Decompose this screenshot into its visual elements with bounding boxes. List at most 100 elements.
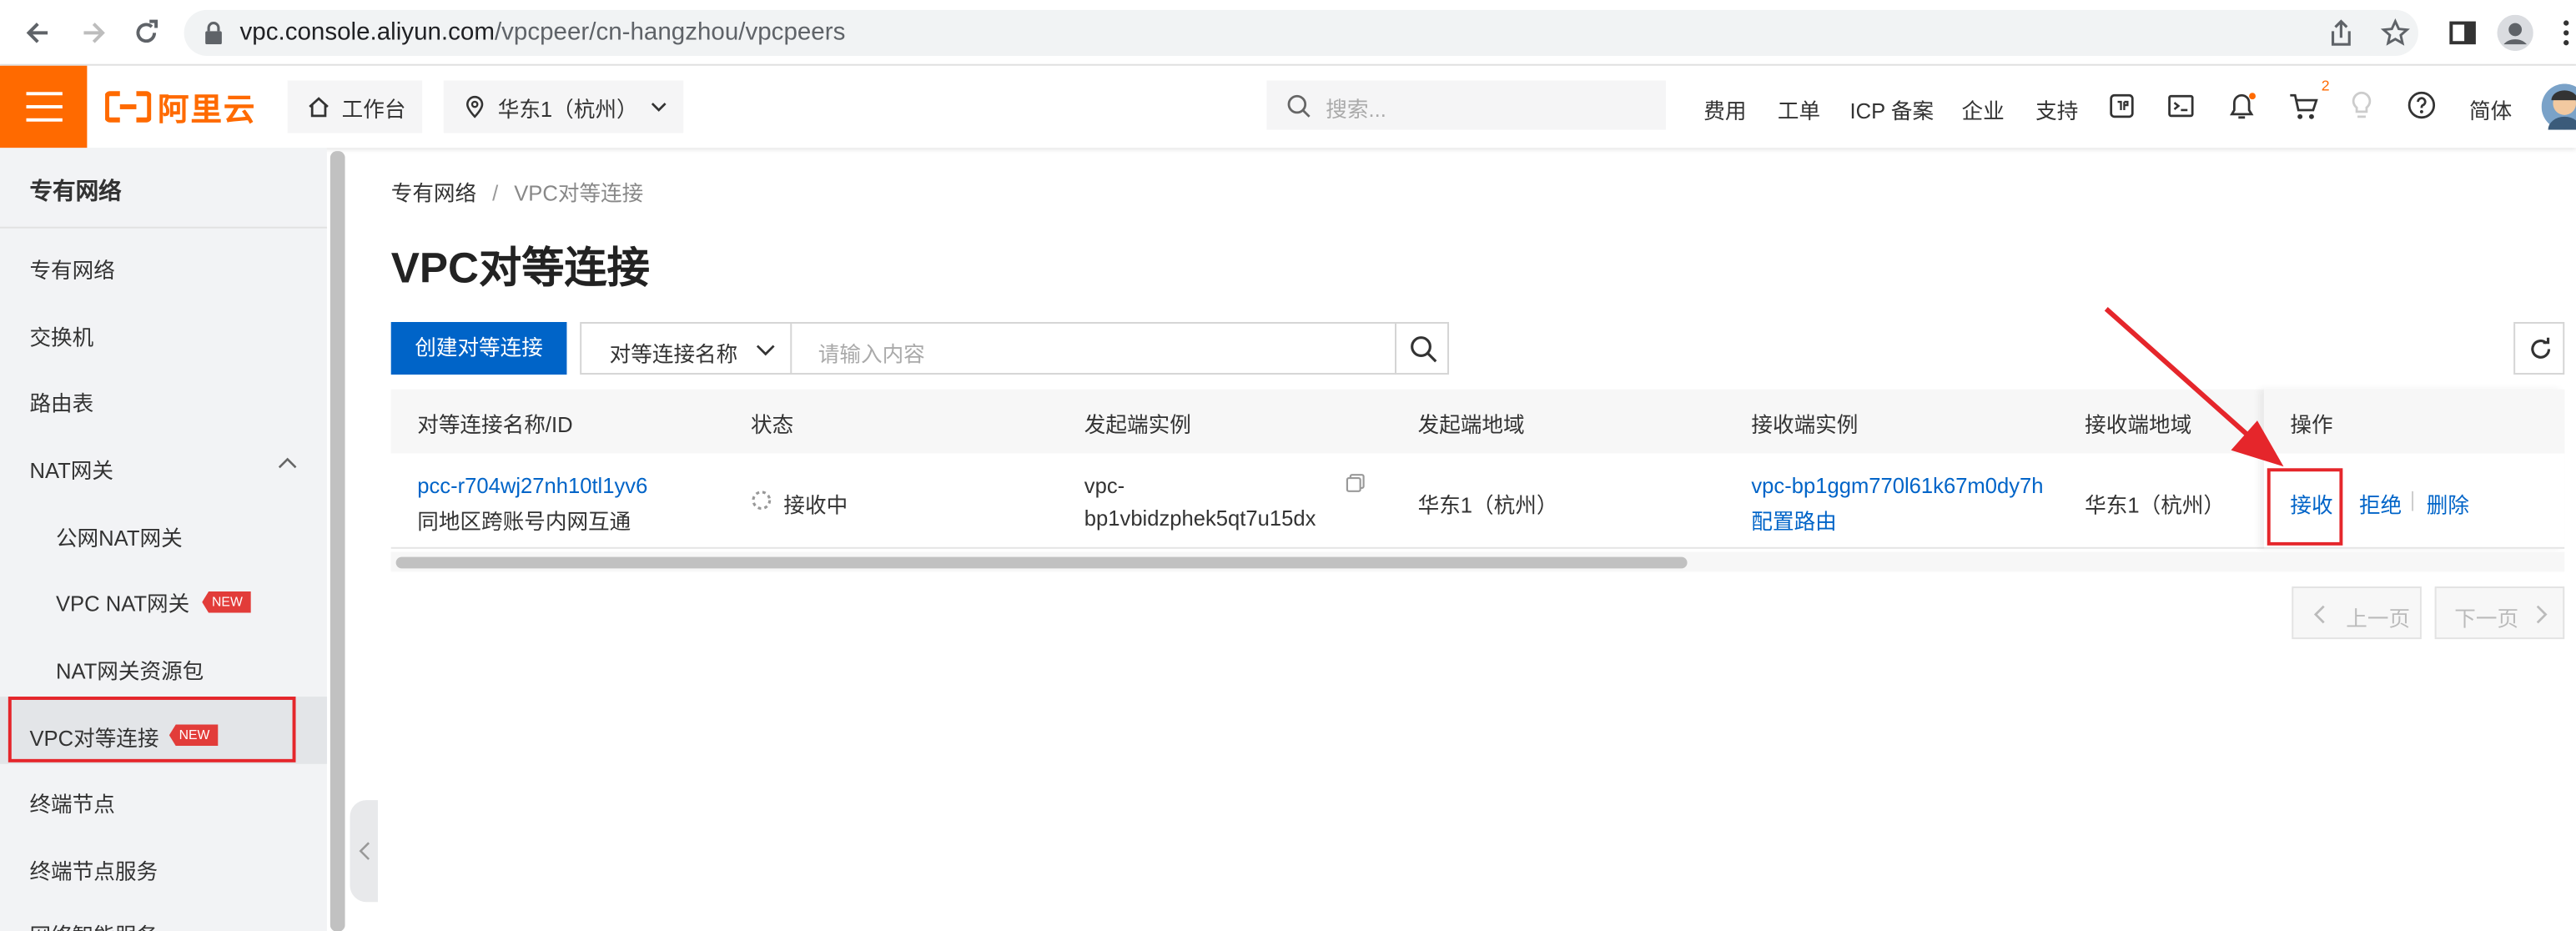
workbench-label: 工作台: [341, 96, 406, 121]
api-icon[interactable]: [2108, 92, 2136, 119]
browser-toolbar: vpc.console.aliyun.com/vpcpeer/cn-hangzh…: [0, 0, 2576, 66]
terminal-icon[interactable]: [2167, 92, 2195, 119]
sidebar-item-route-table[interactable]: 路由表: [29, 386, 93, 417]
reject-action-link[interactable]: 拒绝: [2359, 488, 2402, 519]
browser-menu-icon[interactable]: [2563, 20, 2569, 47]
help-icon[interactable]: [2407, 90, 2436, 119]
prev-page-button[interactable]: 上一页: [2292, 586, 2422, 640]
nav-icp[interactable]: ICP 备案: [1850, 93, 1935, 124]
avatar[interactable]: [2541, 83, 2576, 130]
peer-connection-name: 同地区跨账号内网互通: [417, 509, 631, 535]
cart-icon[interactable]: [2288, 92, 2318, 121]
refresh-icon: [2531, 337, 2551, 359]
chevron-right-icon: [2536, 605, 2548, 624]
region-label: 华东1（杭州）: [497, 96, 638, 121]
language-switch[interactable]: 简体: [2469, 93, 2512, 124]
filter-field-select[interactable]: 对等连接名称: [580, 322, 792, 375]
forward-icon[interactable]: [79, 18, 108, 48]
url-text: vpc.console.aliyun.com/vpcpeer/cn-hangzh…: [240, 18, 846, 46]
initiator-instance-line1: vpc-: [1084, 473, 1125, 498]
reload-icon[interactable]: [132, 18, 161, 48]
column-header-initiator-instance: 发起端实例: [1084, 412, 1191, 437]
breadcrumb-separator: /: [492, 180, 499, 206]
nav-tickets[interactable]: 工单: [1778, 93, 1820, 124]
console-header: 阿里云 工作台 华东1（杭州） 搜索... 费用 工单 ICP 备案 企业 支持…: [0, 65, 2576, 148]
peer-connection-id-link[interactable]: pcc-r704wj27nh10tl1yv6: [417, 473, 647, 498]
next-page-button[interactable]: 下一页: [2434, 586, 2565, 640]
sidebar-item-public-nat[interactable]: 公网NAT网关: [56, 521, 183, 551]
share-icon[interactable]: [2327, 18, 2356, 48]
search-icon: [1411, 336, 1437, 363]
initiator-instance-line2: bp1vbidzphek5qt7u15dx: [1084, 506, 1316, 531]
refresh-button[interactable]: [2513, 322, 2565, 375]
chevron-left-icon: [2313, 605, 2325, 624]
chevron-down-icon: [652, 103, 667, 112]
page-title: VPC对等连接: [390, 243, 650, 293]
column-header-initiator-region: 发起端地域: [1417, 412, 1525, 437]
status-text: 接收中: [783, 492, 848, 518]
configure-route-link[interactable]: 配置路由: [1751, 505, 1836, 536]
sidebar-title: 专有网络: [29, 177, 122, 204]
logo-text: 阿里云: [158, 93, 257, 128]
cart-badge: 2: [2321, 77, 2330, 94]
sidebar-divider: [0, 226, 327, 229]
aliyun-logo-icon: [105, 91, 152, 123]
loading-spinner-icon: [751, 490, 772, 511]
workbench-button[interactable]: 工作台: [287, 80, 423, 133]
search-placeholder: 搜索...: [1326, 97, 1386, 122]
nav-enterprise[interactable]: 企业: [1961, 93, 2004, 124]
filter-search-input[interactable]: 请输入内容: [790, 322, 1396, 375]
chevron-down-icon: [756, 345, 775, 356]
breadcrumb-vpc[interactable]: 专有网络: [391, 181, 476, 206]
copy-icon[interactable]: [1346, 473, 1366, 493]
aliyun-logo[interactable]: 阿里云: [105, 88, 256, 128]
menu-icon[interactable]: [0, 65, 88, 148]
nav-support[interactable]: 支持: [2035, 93, 2078, 124]
home-icon: [309, 97, 329, 118]
sidebar-collapse-button[interactable]: [350, 800, 378, 903]
delete-action-link[interactable]: 删除: [2427, 488, 2469, 519]
prev-page-label: 上一页: [2346, 606, 2411, 632]
breadcrumb: 专有网络 / VPC对等连接: [391, 176, 644, 207]
search-button[interactable]: [1395, 322, 1450, 375]
nav-billing[interactable]: 费用: [1703, 93, 1746, 124]
column-header-acceptor-instance: 接收端实例: [1751, 412, 1859, 437]
filter-field-label: 对等连接名称: [609, 341, 738, 367]
global-search-input[interactable]: 搜索...: [1266, 80, 1666, 130]
action-divider: [2412, 491, 2414, 511]
chevron-up-icon[interactable]: [278, 456, 298, 470]
location-pin-icon: [466, 95, 484, 118]
side-panel-icon[interactable]: [2448, 18, 2477, 48]
bookmark-star-icon[interactable]: [2380, 18, 2410, 48]
notification-bell-icon[interactable]: [2228, 92, 2256, 121]
sidebar-item-nat-gateway[interactable]: NAT网关: [29, 454, 113, 485]
sidebar-item-endpoint-service[interactable]: 终端节点服务: [29, 854, 158, 885]
red-arrow-annotation: [2104, 307, 2284, 467]
lock-icon[interactable]: [204, 22, 224, 45]
scrollbar-thumb[interactable]: [395, 556, 1688, 569]
back-icon[interactable]: [23, 18, 53, 48]
sidebar-item-nat-package[interactable]: NAT网关资源包: [56, 654, 204, 685]
lightbulb-icon[interactable]: [2349, 90, 2374, 121]
chevron-left-icon: [359, 842, 370, 860]
sidebar-item-endpoint[interactable]: 终端节点: [29, 787, 114, 818]
breadcrumb-current: VPC对等连接: [514, 180, 644, 206]
column-header-name-id: 对等连接名称/ID: [417, 412, 573, 437]
acceptor-instance-link[interactable]: vpc-bp1ggm770l61k67m0dy7h: [1751, 473, 2043, 498]
url-domain: vpc.console.aliyun.com: [239, 18, 495, 47]
region-selector[interactable]: 华东1（杭州）: [443, 80, 684, 133]
sidebar-item-vpc[interactable]: 专有网络: [29, 253, 114, 284]
create-peer-button[interactable]: 创建对等连接: [390, 322, 567, 375]
sidebar-item-network-intelligence[interactable]: 网络智能服务: [29, 918, 158, 931]
search-icon: [1287, 94, 1311, 118]
sidebar-item-vpc-nat[interactable]: VPC NAT网关: [56, 586, 189, 617]
filter-placeholder: 请输入内容: [818, 341, 925, 367]
profile-icon[interactable]: [2497, 14, 2533, 52]
initiator-region: 华东1（杭州）: [1417, 492, 1558, 518]
next-page-label: 下一页: [2454, 606, 2519, 632]
sidebar-scrollbar[interactable]: [330, 151, 345, 931]
sidebar-item-vswitch[interactable]: 交换机: [29, 320, 93, 351]
column-header-status: 状态: [751, 412, 794, 437]
url-path: /vpcpeer/cn-hangzhou/vpcpeers: [494, 18, 846, 47]
highlight-sidebar-vpc-peer: [8, 697, 296, 762]
